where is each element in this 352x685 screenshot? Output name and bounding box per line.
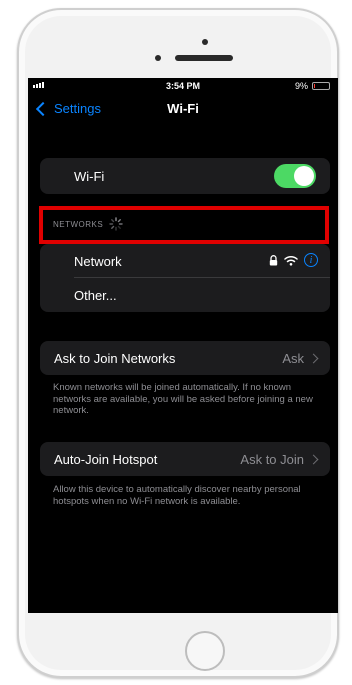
auto-join-hotspot-value: Ask to Join (240, 451, 304, 467)
networks-list: Network i Other... (40, 244, 330, 312)
screen: 3:54 PM 9% Settings Wi-Fi Wi-Fi NETWORKS (28, 78, 338, 613)
network-icons: i (269, 253, 318, 267)
network-row[interactable]: Network i (40, 244, 330, 278)
auto-join-hotspot-group: Auto-Join Hotspot Ask to Join (40, 442, 330, 476)
page-title: Wi-Fi (167, 101, 199, 116)
highlight-annotation-box (39, 206, 329, 244)
wifi-toggle-row: Wi-Fi (40, 158, 330, 194)
lock-icon (269, 254, 278, 265)
wifi-label: Wi-Fi (74, 168, 105, 184)
front-camera (202, 39, 208, 45)
ask-to-join-footnote: Known networks will be joined automatica… (53, 382, 313, 416)
wifi-signal-icon (284, 255, 298, 266)
other-network-label: Other... (74, 287, 117, 303)
status-bar: 3:54 PM 9% (28, 78, 338, 94)
earpiece-speaker (175, 55, 233, 61)
wifi-toggle-switch[interactable] (274, 164, 316, 188)
auto-join-hotspot-label: Auto-Join Hotspot (54, 451, 158, 467)
status-time: 3:54 PM (165, 81, 200, 91)
battery-percentage: 9% (294, 81, 308, 91)
proximity-sensor (155, 55, 161, 61)
battery-icon (312, 82, 330, 90)
toggle-knob (294, 166, 314, 186)
chevron-right-icon (308, 454, 319, 465)
ask-to-join-row[interactable]: Ask to Join Networks Ask (40, 341, 330, 375)
ask-to-join-label: Ask to Join Networks (54, 350, 176, 366)
home-button[interactable] (185, 631, 225, 671)
ask-to-join-value: Ask (282, 350, 304, 366)
other-network-row[interactable]: Other... (40, 278, 330, 312)
navigation-bar: Settings Wi-Fi (28, 96, 338, 126)
info-icon[interactable]: i (304, 253, 318, 267)
auto-join-hotspot-footnote: Allow this device to automatically disco… (53, 484, 301, 507)
chevron-right-icon (308, 353, 319, 364)
auto-join-hotspot-row[interactable]: Auto-Join Hotspot Ask to Join (40, 442, 330, 476)
wifi-toggle-group: Wi-Fi (40, 158, 330, 194)
network-name: Network (74, 253, 122, 269)
ask-to-join-group: Ask to Join Networks Ask (40, 341, 330, 375)
